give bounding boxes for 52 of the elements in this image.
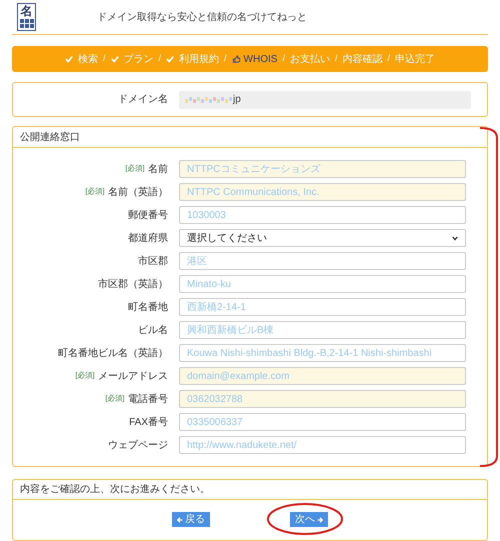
- step-label: 内容確認: [342, 52, 382, 66]
- input-field[interactable]: 港区: [179, 252, 466, 270]
- step-label: プラン: [124, 52, 154, 66]
- step-separator: /: [158, 52, 162, 66]
- field-label: ドメイン名: [117, 93, 168, 107]
- panel-title: 公開連絡窓口: [20, 130, 80, 144]
- field-label: メールアドレス: [98, 370, 168, 384]
- step-separator: /: [224, 52, 227, 66]
- field-label: 名前（英語）: [108, 186, 168, 200]
- input-field[interactable]: Minato-ku: [179, 275, 466, 293]
- logo-grid-icon: [20, 19, 34, 28]
- tagline: ドメイン取得なら安心と信頼の名づけてねっと: [97, 10, 307, 24]
- step-label: 申込完了: [394, 52, 435, 66]
- input-field[interactable]: 西新橋2-14-1: [179, 298, 466, 316]
- field-label: 郵便番号: [128, 208, 168, 222]
- step-separator: /: [387, 52, 390, 66]
- field-label: 市区郡: [138, 254, 168, 268]
- chevron-down-icon: [452, 236, 458, 240]
- input-field[interactable]: NTTPC Communications, Inc.: [179, 183, 466, 201]
- field-label: 名前: [148, 162, 168, 176]
- step-separator: /: [282, 52, 285, 66]
- step-label: 利用規約: [179, 52, 220, 66]
- input-field[interactable]: Kouwa Nishi-shimbashi Bldg.-B,2-14-1 Nishi-shimbashi: [179, 344, 466, 362]
- field-label: 電話番号: [128, 392, 168, 406]
- field-label: 市区郡（英語）: [98, 278, 168, 292]
- arrow-left-icon: [177, 516, 183, 522]
- field-label: 町名番地: [128, 300, 168, 314]
- step-separator: /: [334, 52, 338, 66]
- input-field[interactable]: 0335006337: [179, 413, 466, 431]
- domain-value: jp: [233, 93, 241, 107]
- step-label: お支払い: [290, 52, 330, 66]
- input-field[interactable]: 1030003: [179, 206, 466, 224]
- arrow-right-icon: [317, 516, 323, 522]
- field-label: FAX番号: [129, 416, 168, 430]
- redacted-text-icon: [185, 96, 233, 104]
- prefecture-select[interactable]: 選択してください: [179, 229, 466, 247]
- input-field[interactable]: 0362032788: [179, 390, 466, 408]
- input-field[interactable]: NTTPCコミュニケーションズ: [179, 160, 466, 178]
- back-button[interactable]: 戻る: [172, 512, 210, 527]
- field-label: 町名番地ビル名（英語）: [58, 346, 168, 360]
- step-label: WHOIS: [244, 52, 278, 66]
- input-field[interactable]: domain@example.com: [179, 367, 466, 385]
- field-label: ビル名: [138, 324, 168, 338]
- logo-text: 名: [20, 4, 32, 18]
- field-label: 都道府県: [128, 232, 168, 246]
- step-separator: /: [103, 52, 106, 66]
- next-button[interactable]: 次へ: [290, 512, 328, 527]
- input-field[interactable]: http://www.nadukete.net/: [179, 436, 466, 454]
- confirm-message: 内容をご確認の上、次にお進みください。: [20, 482, 210, 497]
- field-label: ウェブページ: [108, 438, 168, 452]
- step-label: 検索: [78, 52, 98, 66]
- input-field[interactable]: 興和西新橋ビルB棟: [179, 321, 466, 339]
